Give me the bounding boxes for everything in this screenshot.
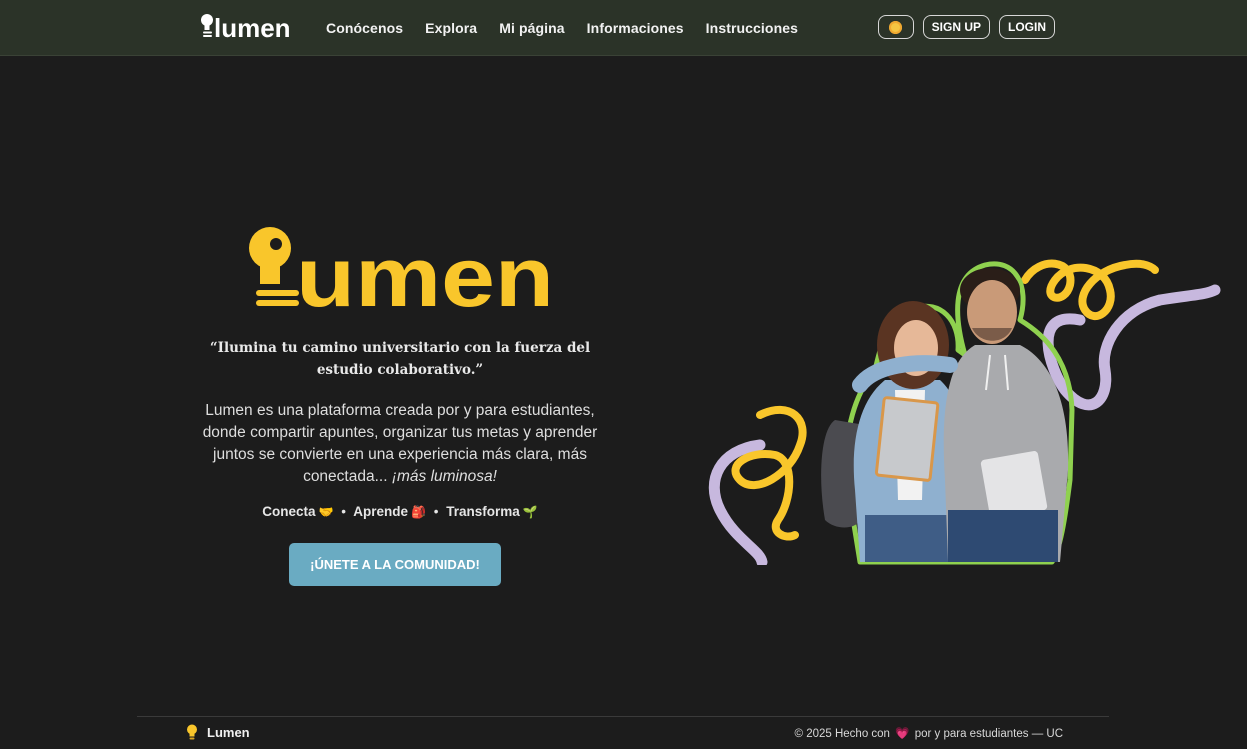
- bulb-logo-icon: umen: [249, 227, 554, 324]
- nav-logo[interactable]: lumen: [200, 12, 292, 42]
- hero-quote: “Ilumina tu camino universitario con la …: [209, 340, 591, 378]
- main-nav: Conócenos Explora Mi página Informacione…: [326, 0, 820, 56]
- backpack-icon: 🎒: [411, 505, 426, 519]
- tagline-aprende: Aprende: [353, 504, 409, 519]
- nav-link-mi-pagina[interactable]: Mi página: [499, 20, 564, 36]
- nav-link-informaciones[interactable]: Informaciones: [587, 20, 684, 36]
- copyright-suffix: por y para estudiantes — UC: [914, 728, 1063, 740]
- nav-link-conocenos[interactable]: Conócenos: [326, 20, 403, 36]
- tagline-separator: •: [341, 504, 346, 519]
- hero-logo: umen: [246, 226, 556, 324]
- nav-link-explora[interactable]: Explora: [425, 20, 477, 36]
- footer-brand-name: Lumen: [207, 724, 250, 740]
- svg-text:lumen: lumen: [214, 13, 291, 42]
- hero-tagline: Conecta 🤝 • Aprende 🎒 • Transforma 🌱: [195, 504, 605, 519]
- hero-description-emphasis: ¡más luminosa!: [391, 468, 497, 485]
- signup-button[interactable]: SIGN UP: [922, 15, 990, 39]
- theme-toggle-button[interactable]: [877, 15, 914, 39]
- navbar: lumen Conócenos Explora Mi página Inform…: [0, 0, 1247, 56]
- seedling-icon: 🌱: [522, 505, 538, 519]
- heart-icon: 💗: [895, 728, 910, 740]
- copyright-prefix: © 2025 Hecho con: [794, 728, 890, 740]
- nav-link-instrucciones[interactable]: Instrucciones: [706, 20, 798, 36]
- hero-illustration: [700, 250, 1225, 568]
- tagline-conecta: Conecta: [262, 504, 316, 519]
- tagline-separator: •: [433, 504, 439, 519]
- footer-brand[interactable]: Lumen: [186, 724, 250, 740]
- lightbulb-icon: [187, 724, 197, 740]
- bulb-logo-icon: lumen: [201, 13, 291, 42]
- tagline-transforma: Transforma: [446, 504, 520, 519]
- hero-description: Lumen es una plataforma creada por y par…: [195, 400, 605, 488]
- svg-text:umen: umen: [296, 230, 554, 308]
- login-button[interactable]: LOGIN: [999, 15, 1055, 39]
- join-community-button[interactable]: ¡ÚNETE A LA COMUNIDAD!: [289, 543, 501, 586]
- handshake-icon: 🤝: [318, 505, 334, 519]
- sun-icon: [889, 20, 903, 34]
- nav-actions: SIGN UP LOGIN: [877, 15, 1055, 39]
- students-illustration: [708, 259, 1221, 568]
- footer-divider: [137, 716, 1109, 717]
- footer-copyright: © 2025 Hecho con 💗 por y para estudiante…: [795, 726, 1063, 740]
